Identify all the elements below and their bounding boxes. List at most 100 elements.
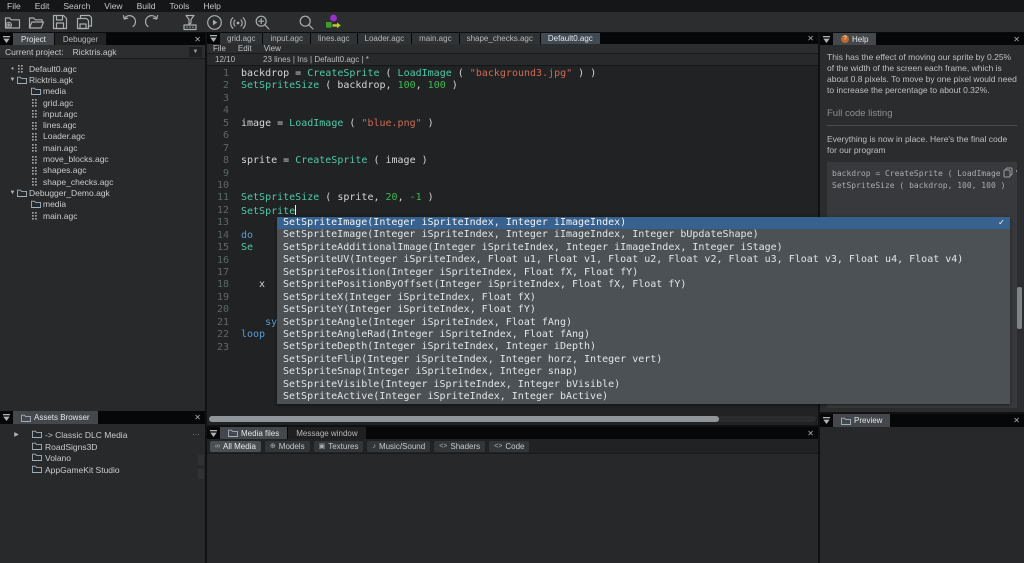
panel-filter-icon[interactable] xyxy=(207,427,220,439)
new-project-icon[interactable] xyxy=(0,13,24,32)
copy-icon[interactable] xyxy=(1003,167,1013,182)
chevron-expanded-icon[interactable]: ▼ xyxy=(8,77,17,83)
search-icon[interactable] xyxy=(294,13,318,32)
autocomplete-item[interactable]: SetSpritePositionByOffset(Integer iSprit… xyxy=(277,279,1010,291)
tree-item-default0-agc[interactable]: •Default0.agc xyxy=(0,63,205,74)
tree-item-media[interactable]: media xyxy=(0,199,205,210)
panel-filter-icon[interactable] xyxy=(820,414,833,427)
panel-filter-icon[interactable] xyxy=(207,33,220,44)
close-icon[interactable]: ✕ xyxy=(194,411,201,424)
autocomplete-item[interactable]: SetSpriteSnap(Integer iSpriteIndex, Inte… xyxy=(277,366,1010,378)
tree-item-debugger-demo-agk[interactable]: ▼Debugger_Demo.agk xyxy=(0,187,205,198)
undo-icon[interactable] xyxy=(116,13,140,32)
asset-item--classic-dlc-media[interactable]: ▶-> Classic DLC Media xyxy=(0,429,205,441)
tab-assets-browser[interactable]: Assets Browser xyxy=(13,411,98,424)
close-icon[interactable]: ✕ xyxy=(807,33,814,44)
scrollbar-thumb[interactable] xyxy=(209,416,719,422)
agk-logo-icon[interactable] xyxy=(322,13,346,32)
editor-tab-input.agc[interactable]: input.agc xyxy=(263,33,309,44)
asset-item-roadsigns3d[interactable]: RoadSigns3D xyxy=(0,441,205,453)
tab-media-files[interactable]: Media files xyxy=(220,427,287,439)
filter-textures[interactable]: ▣Textures xyxy=(314,441,364,452)
filter-models[interactable]: ⊕Models xyxy=(265,441,310,452)
assets-scrollbar[interactable] xyxy=(198,455,204,465)
editor-menu-view[interactable]: View xyxy=(258,44,287,53)
autocomplete-item[interactable]: SetSpriteImage(Integer iSpriteIndex, Int… xyxy=(277,229,1010,241)
autocomplete-item[interactable]: SetSpriteAdditionalImage(Integer iSprite… xyxy=(277,242,1010,254)
tab-message-window[interactable]: Message window xyxy=(288,427,365,439)
tree-item-grid-agc[interactable]: grid.agc xyxy=(0,97,205,108)
autocomplete-item[interactable]: SetSpriteX(Integer iSpriteIndex, Float f… xyxy=(277,292,1010,304)
close-icon[interactable]: ✕ xyxy=(1013,414,1020,427)
tree-item-move-blocks-agc[interactable]: move_blocks.agc xyxy=(0,153,205,164)
editor-menu-file[interactable]: File xyxy=(207,44,232,53)
menu-build[interactable]: Build xyxy=(130,0,163,12)
autocomplete-item[interactable]: SetSpriteVisible(Integer iSpriteIndex, I… xyxy=(277,379,1010,391)
close-icon[interactable]: ✕ xyxy=(807,427,814,439)
assets-scrollbar[interactable] xyxy=(198,469,204,479)
tab-preview[interactable]: Preview xyxy=(833,414,890,427)
compile-icon[interactable] xyxy=(178,13,202,32)
assets-overflow-button[interactable]: … xyxy=(192,428,201,437)
chevron-down-icon[interactable]: ▼ xyxy=(189,47,202,57)
chevron-collapsed-icon[interactable]: ▶ xyxy=(10,431,20,438)
tree-item-main-agc[interactable]: main.agc xyxy=(0,210,205,221)
tree-item-main-agc[interactable]: main.agc xyxy=(0,142,205,153)
debug-icon[interactable] xyxy=(250,13,274,32)
close-icon[interactable]: ✕ xyxy=(194,33,201,45)
editor-tab-shape_checks.agc[interactable]: shape_checks.agc xyxy=(460,33,540,44)
autocomplete-item[interactable]: SetSpriteUV(Integer iSpriteIndex, Float … xyxy=(277,254,1010,266)
editor-statusbar: 12/10 23 lines | Ins | Default0.agc | * xyxy=(207,54,818,66)
tree-item-shape-checks-agc[interactable]: shape_checks.agc xyxy=(0,176,205,187)
tree-item-shapes-agc[interactable]: shapes.agc xyxy=(0,165,205,176)
menu-edit[interactable]: Edit xyxy=(28,0,57,12)
menu-view[interactable]: View xyxy=(97,0,129,12)
autocomplete-item[interactable]: SetSpriteY(Integer iSpriteIndex, Float f… xyxy=(277,304,1010,316)
close-icon[interactable]: ✕ xyxy=(1013,33,1020,45)
autocomplete-item[interactable]: SetSpriteActive(Integer iSpriteIndex, In… xyxy=(277,391,1010,403)
menu-file[interactable]: File xyxy=(0,0,28,12)
editor-tab-loader.agc[interactable]: Loader.agc xyxy=(358,33,412,44)
panel-filter-icon[interactable] xyxy=(0,411,13,424)
tree-item-loader-agc[interactable]: Loader.agc xyxy=(0,131,205,142)
tab-help[interactable]: ?Help xyxy=(833,33,876,45)
autocomplete-item[interactable]: SetSpriteFlip(Integer iSpriteIndex, Inte… xyxy=(277,354,1010,366)
menu-search[interactable]: Search xyxy=(56,0,97,12)
asset-item-volano[interactable]: Volano xyxy=(0,452,205,464)
autocomplete-item[interactable]: SetSpriteDepth(Integer iSpriteIndex, Int… xyxy=(277,341,1010,353)
editor-tab-grid.agc[interactable]: grid.agc xyxy=(220,33,262,44)
tree-item-ricktris-agk[interactable]: ▼Ricktris.agk xyxy=(0,74,205,85)
autocomplete-item[interactable]: SetSpritePosition(Integer iSpriteIndex, … xyxy=(277,267,1010,279)
redo-icon[interactable] xyxy=(140,13,164,32)
horizontal-scrollbar[interactable] xyxy=(209,416,816,422)
editor-tab-default0.agc[interactable]: Default0.agc xyxy=(541,33,600,44)
help-scrollbar-thumb[interactable] xyxy=(1017,287,1022,329)
tab-debugger[interactable]: Debugger xyxy=(55,33,106,45)
asset-item-appgamekit-studio[interactable]: AppGameKit Studio xyxy=(0,464,205,476)
chevron-expanded-icon[interactable]: ▼ xyxy=(8,190,17,196)
panel-filter-icon[interactable] xyxy=(0,33,13,45)
broadcast-icon[interactable] xyxy=(226,13,250,32)
editor-tab-lines.agc[interactable]: lines.agc xyxy=(311,33,357,44)
tree-item-media[interactable]: media xyxy=(0,86,205,97)
autocomplete-item[interactable]: SetSpriteImage(Integer iSpriteIndex, Int… xyxy=(277,217,1010,229)
filter-music-sound[interactable]: ♪Music/Sound xyxy=(367,441,430,452)
run-icon[interactable] xyxy=(202,13,226,32)
filter-code[interactable]: <>Code xyxy=(489,441,529,452)
save-icon[interactable] xyxy=(48,13,72,32)
menu-tools[interactable]: Tools xyxy=(162,0,196,12)
tree-item-lines-agc[interactable]: lines.agc xyxy=(0,119,205,130)
open-project-icon[interactable] xyxy=(24,13,48,32)
autocomplete-item[interactable]: SetSpriteAngleRad(Integer iSpriteIndex, … xyxy=(277,329,1010,341)
menu-help[interactable]: Help xyxy=(196,0,227,12)
editor-tab-main.agc[interactable]: main.agc xyxy=(412,33,458,44)
code-line-text: SetSpriteSize ( sprite, 20, -1 ) xyxy=(229,192,434,204)
tree-item-input-agc[interactable]: input.agc xyxy=(0,108,205,119)
tab-project[interactable]: Project xyxy=(13,33,54,45)
autocomplete-item[interactable]: SetSpriteAngle(Integer iSpriteIndex, Flo… xyxy=(277,317,1010,329)
filter-shaders[interactable]: <>Shaders xyxy=(434,441,485,452)
save-all-icon[interactable] xyxy=(72,13,96,32)
panel-filter-icon[interactable] xyxy=(820,33,833,45)
editor-menu-edit[interactable]: Edit xyxy=(232,44,258,53)
filter-all-media[interactable]: ∞All Media xyxy=(210,441,261,452)
